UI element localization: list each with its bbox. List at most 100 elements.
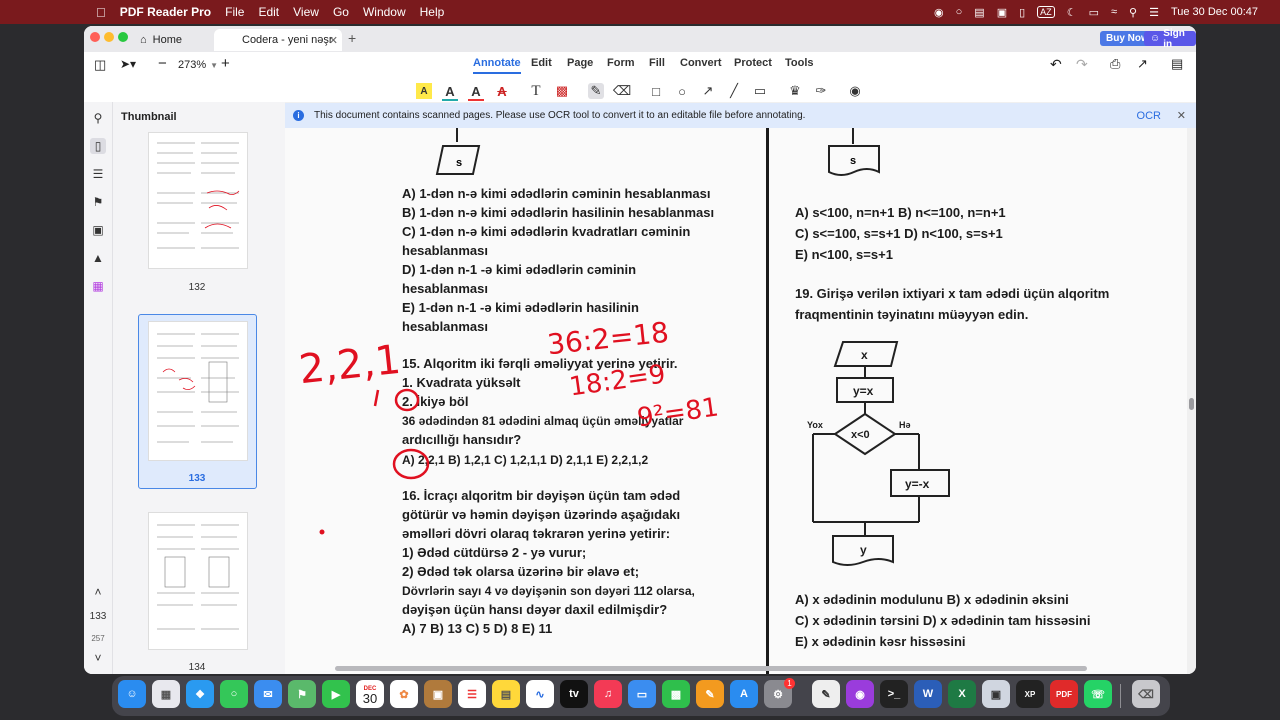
redo-icon[interactable]: ↷ <box>1076 56 1088 73</box>
sign-in-button[interactable]: ☺ Sign in <box>1144 28 1196 50</box>
ocr-button[interactable]: OCR <box>1137 110 1161 122</box>
close-window-button[interactable] <box>90 32 100 42</box>
archive-icon[interactable]: ▣ <box>424 680 452 708</box>
new-tab-icon[interactable]: + <box>348 30 356 46</box>
thumbnail-page-132[interactable] <box>148 132 248 269</box>
signature-icon[interactable]: ✑ <box>813 83 829 99</box>
thumbnail-page-134[interactable] <box>148 512 248 650</box>
excel-icon[interactable]: X <box>948 680 976 708</box>
menu-window[interactable]: Window <box>363 5 406 19</box>
tab-home[interactable]: ⌂ Home <box>140 29 210 51</box>
pages-icon[interactable]: ✎ <box>696 680 724 708</box>
keynote-icon[interactable]: ▭ <box>628 680 656 708</box>
bookmark-icon[interactable]: ⚑ <box>90 194 106 210</box>
freeform-icon[interactable]: ∿ <box>526 680 554 708</box>
zoom-window-button[interactable] <box>118 32 128 42</box>
underline-icon[interactable]: A <box>442 83 458 101</box>
menu-go[interactable]: Go <box>333 5 349 19</box>
outline-icon[interactable]: ☰ <box>90 166 106 182</box>
thumbnail-page-133[interactable] <box>148 321 248 461</box>
note-icon[interactable]: ▩ <box>554 83 570 99</box>
tab-edit[interactable]: Edit <box>531 57 552 69</box>
podcasts-icon[interactable]: ◉ <box>846 680 874 708</box>
annotation-list-icon[interactable]: ▣ <box>90 222 106 238</box>
link-icon[interactable]: ▭ <box>752 83 768 99</box>
messages-icon[interactable]: ○ <box>220 680 248 708</box>
undo-icon[interactable]: ↶ <box>1050 56 1062 73</box>
horizontal-scrollbar[interactable] <box>335 666 1087 671</box>
menu-file[interactable]: File <box>225 5 244 19</box>
chevron-down-icon[interactable]: ˅ <box>90 650 106 666</box>
maps-icon[interactable]: ⚑ <box>288 680 316 708</box>
zoom-out-icon[interactable]: − <box>158 55 167 72</box>
app-menu[interactable]: PDF Reader Pro <box>120 5 211 19</box>
search-icon[interactable]: ⚲ <box>1129 6 1137 19</box>
zoom-in-icon[interactable]: + <box>221 55 230 72</box>
tab-page[interactable]: Page <box>567 57 593 69</box>
trash-icon[interactable]: ⌫ <box>1132 680 1160 708</box>
pen-tablet-icon[interactable]: ✎ <box>812 680 840 708</box>
apple-tv-icon[interactable]: tv <box>560 680 588 708</box>
line-icon[interactable]: ╱ <box>726 83 742 99</box>
tab-convert[interactable]: Convert <box>680 57 722 69</box>
ai-icon[interactable]: ▦ <box>90 278 106 294</box>
tab-document[interactable]: Codera - yeni nəşr ✕ <box>214 29 342 51</box>
music-icon[interactable]: ♫ <box>594 680 622 708</box>
close-banner-icon[interactable]: ✕ <box>1177 109 1186 122</box>
wifi-icon[interactable]: ≈ <box>1111 6 1117 18</box>
battery-icon[interactable]: ▭ <box>1089 6 1099 19</box>
clipboard-icon[interactable]: ▯ <box>1019 6 1025 19</box>
zoom-level[interactable]: 273% ▼ <box>178 59 218 71</box>
tab-protect[interactable]: Protect <box>734 57 772 69</box>
terminal-icon[interactable]: >_ <box>880 680 908 708</box>
layers-icon[interactable]: ▲ <box>90 250 106 266</box>
share-icon[interactable]: ↗ <box>1137 56 1148 72</box>
menu-help[interactable]: Help <box>420 5 445 19</box>
control-center-icon[interactable]: ☰ <box>1149 6 1159 19</box>
notes-icon[interactable]: ▤ <box>492 680 520 708</box>
xp-pen-icon[interactable]: XP <box>1016 680 1044 708</box>
text-tool-icon[interactable]: T <box>528 83 544 99</box>
app-store-icon[interactable]: A <box>730 680 758 708</box>
mail-icon[interactable]: ✉ <box>254 680 282 708</box>
record-icon[interactable]: ◉ <box>934 6 944 19</box>
panel-icon[interactable]: ▤ <box>1171 56 1183 72</box>
launchpad-icon[interactable]: ▦ <box>152 680 180 708</box>
input-source[interactable]: AZ <box>1037 6 1055 18</box>
whatsapp-icon[interactable]: ☏ <box>1084 680 1112 708</box>
circle-icon[interactable]: ○ <box>674 83 690 99</box>
highlight-icon[interactable]: A <box>416 83 432 99</box>
strikethrough-icon[interactable]: A <box>494 83 510 99</box>
grammarly-icon[interactable]: ○ <box>956 6 963 18</box>
pdf-reader-icon[interactable]: PDF <box>1050 680 1078 708</box>
menu-view[interactable]: View <box>293 5 319 19</box>
pointer-tool-icon[interactable]: ➤▾ <box>120 57 136 71</box>
arrow-icon[interactable]: ↗ <box>700 83 716 99</box>
preview-icon[interactable]: ▣ <box>982 680 1010 708</box>
app-status-icon[interactable]: ▣ <box>997 6 1007 19</box>
close-tab-icon[interactable]: ✕ <box>329 34 338 47</box>
print-icon[interactable]: ⎙ <box>1110 56 1120 72</box>
facetime-icon[interactable]: ▶ <box>322 680 350 708</box>
safari-icon[interactable]: ❖ <box>186 680 214 708</box>
word-icon[interactable]: W <box>914 680 942 708</box>
vertical-scrollbar[interactable] <box>1189 398 1194 410</box>
sidebar-toggle-icon[interactable]: ◫ <box>94 57 106 73</box>
pen-icon[interactable]: ✎ <box>588 83 604 99</box>
rectangle-icon[interactable]: □ <box>648 83 664 99</box>
tab-annotate[interactable]: Annotate <box>473 57 521 74</box>
photos-icon[interactable]: ✿ <box>390 680 418 708</box>
tab-fill[interactable]: Fill <box>649 57 665 69</box>
eye-icon[interactable]: ◉ <box>847 83 863 99</box>
tab-tools[interactable]: Tools <box>785 57 814 69</box>
numbers-icon[interactable]: ▩ <box>662 680 690 708</box>
apple-icon[interactable]:  <box>96 5 106 20</box>
search-icon[interactable]: ⚲ <box>90 110 106 126</box>
squiggly-icon[interactable]: A <box>468 83 484 101</box>
tab-form[interactable]: Form <box>607 57 635 69</box>
reminders-icon[interactable]: ☰ <box>458 680 486 708</box>
current-page[interactable]: 133 <box>87 608 109 624</box>
chevron-up-icon[interactable]: ˄ <box>90 584 106 600</box>
eraser-icon[interactable]: ⌫ <box>613 83 631 99</box>
minimize-window-button[interactable] <box>104 32 114 42</box>
